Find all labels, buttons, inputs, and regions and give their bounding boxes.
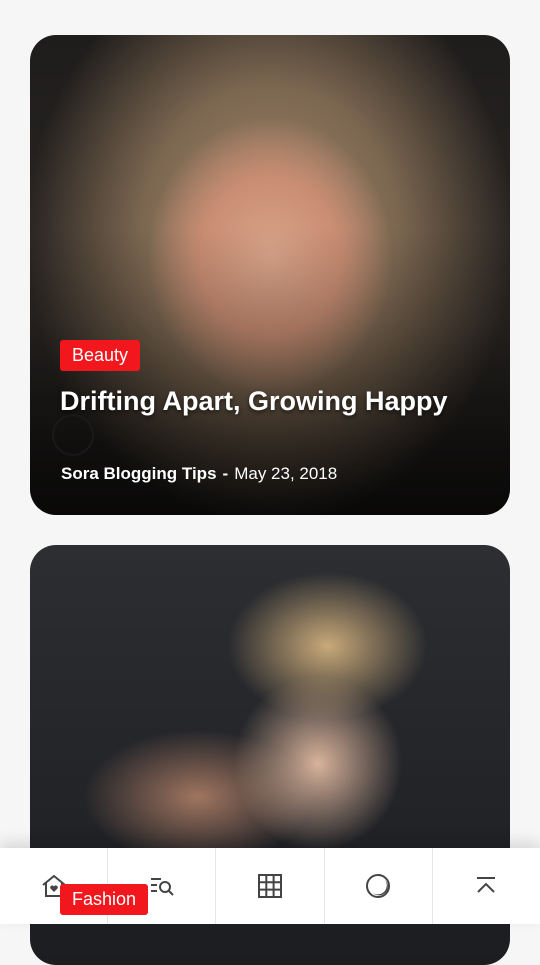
post-title[interactable]: Drifting Apart, Growing Happy <box>60 383 460 419</box>
meta-separator: - <box>222 464 229 483</box>
post-meta: Sora Blogging Tips - May 23, 2018 <box>61 464 337 484</box>
category-tag[interactable]: Beauty <box>60 340 141 371</box>
post-feed: Beauty Drifting Apart, Growing Happy Sor… <box>0 0 540 965</box>
nav-categories-button[interactable] <box>216 848 325 924</box>
search-list-icon <box>150 878 174 896</box>
grid-icon <box>258 874 282 898</box>
nav-dark-mode-button[interactable] <box>325 848 433 924</box>
nav-scroll-top-button[interactable] <box>433 848 540 924</box>
image-gradient-overlay <box>30 35 510 515</box>
post-date: May 23, 2018 <box>234 464 338 483</box>
category-tag[interactable]: Fashion <box>60 884 149 915</box>
post-author[interactable]: Sora Blogging Tips <box>61 464 217 483</box>
dark-mode-icon <box>366 874 391 898</box>
scroll-top-icon <box>477 877 496 893</box>
play-circle-icon <box>52 414 94 456</box>
post-card[interactable]: Beauty Drifting Apart, Growing Happy Sor… <box>30 35 510 515</box>
